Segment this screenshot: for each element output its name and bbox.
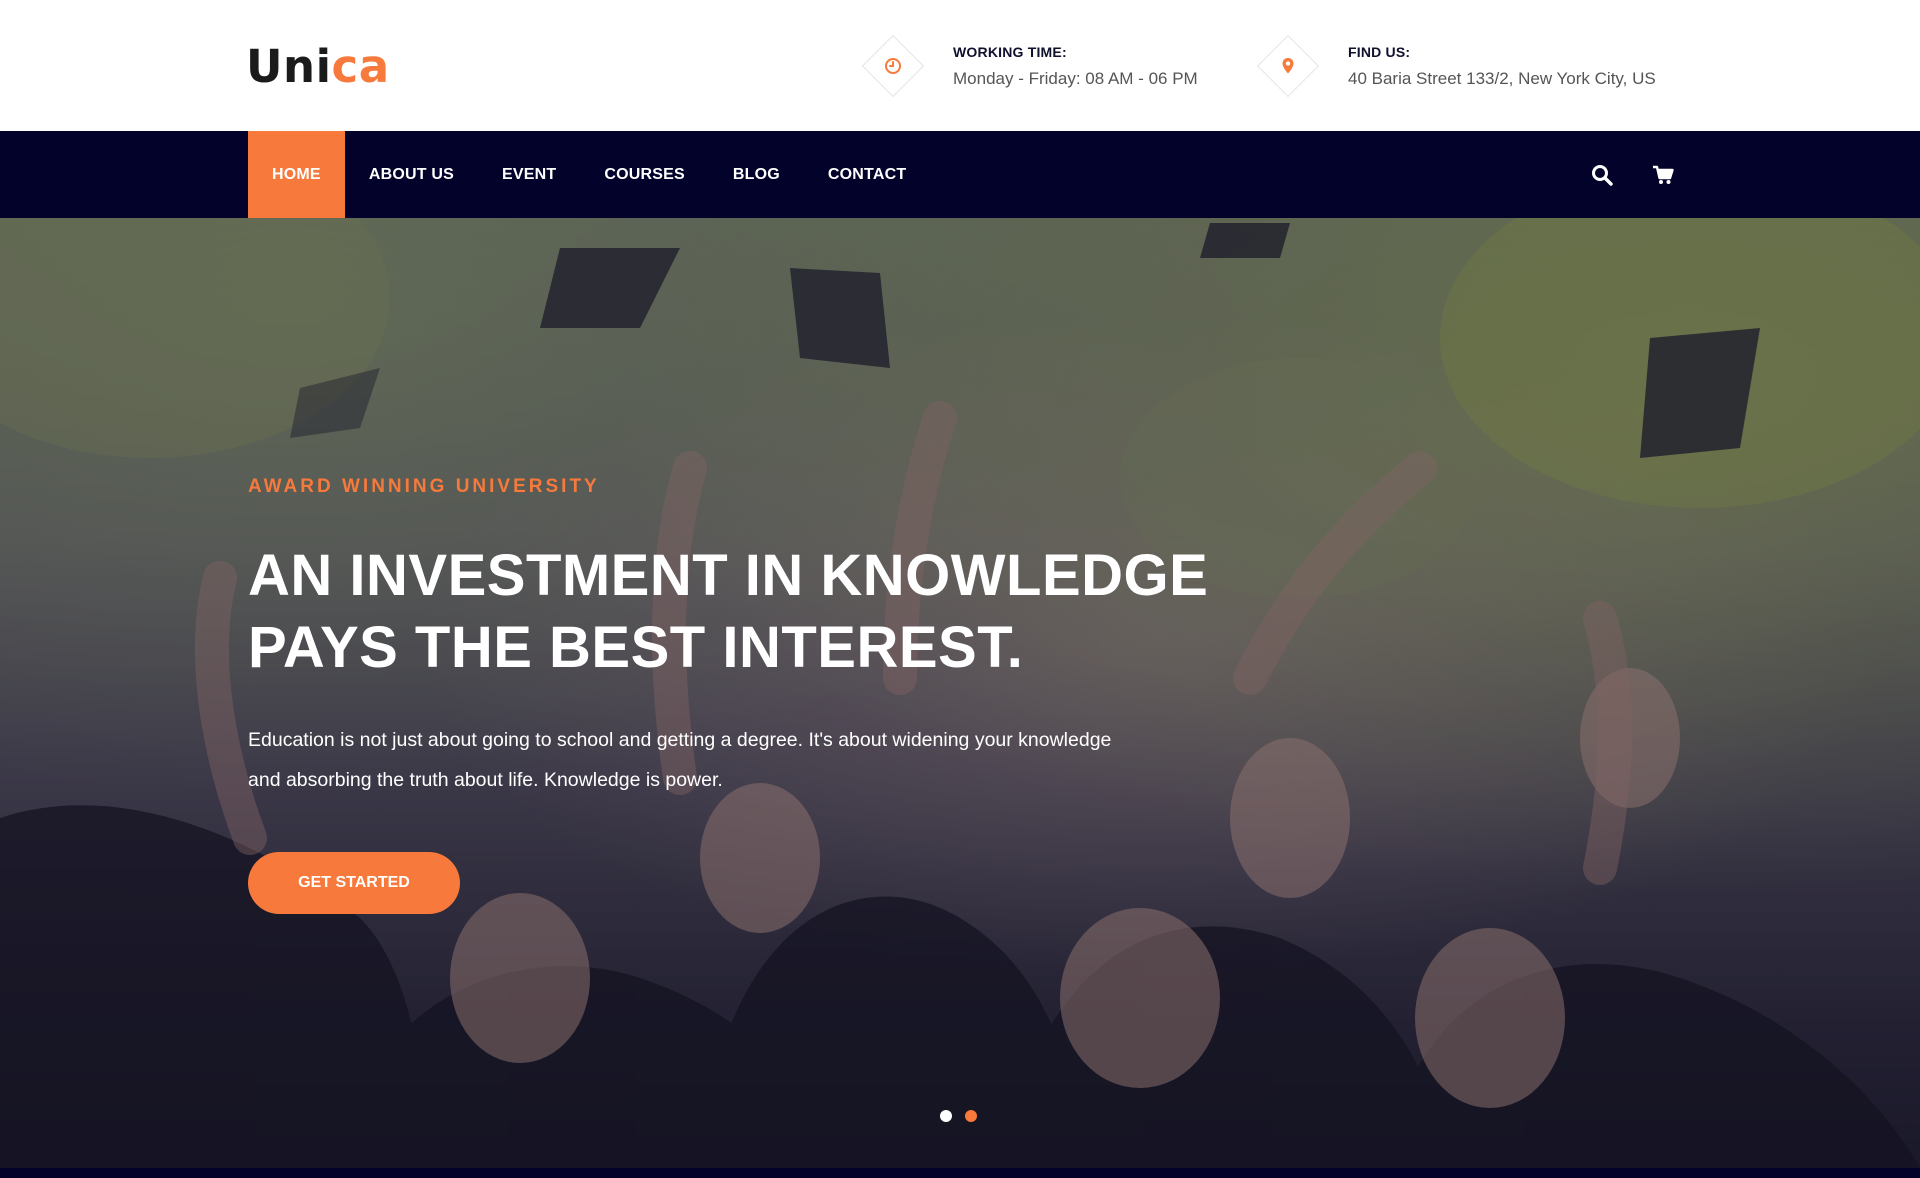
hero-description: Education is not just about going to sch… [248,729,1112,791]
nav-menu: HOME ABOUT US EVENT COURSES BLOG CONTACT [248,131,930,218]
clock-icon [885,58,901,74]
find-us-title: FIND US: [1348,43,1411,60]
find-us-info: FIND US: 40 Baria Street 133/2, New York… [1250,28,1656,104]
hero-headline-line2: PAYS THE BEST INTEREST. [248,615,1024,680]
hero-headline-line1: AN INVESTMENT IN KNOWLEDGE [248,543,1209,608]
find-us-badge [1250,28,1326,104]
main-navbar: HOME ABOUT US EVENT COURSES BLOG CONTACT [0,131,1920,218]
nav-item-about-us[interactable]: ABOUT US [345,131,478,218]
slider-dot-2[interactable] [965,1110,977,1122]
get-started-button[interactable]: GET STARTED [248,852,460,914]
map-pin-icon [1282,58,1294,74]
logo[interactable]: Unica [246,40,390,93]
slider-dot-1[interactable] [940,1110,952,1122]
working-time-title: WORKING TIME: [953,43,1067,60]
logo-text-part1: Uni [246,40,332,93]
hero-eyebrow: AWARD WINNING UNIVERSITY [248,476,600,497]
hero-banner: AWARD WINNING UNIVERSITY AN INVESTMENT I… [0,218,1920,1168]
working-time-badge [855,28,931,104]
search-icon[interactable] [1591,164,1613,186]
nav-item-courses[interactable]: COURSES [580,131,709,218]
nav-item-blog[interactable]: BLOG [709,131,804,218]
logo-text-part2: ca [331,40,390,93]
hero-headline: AN INVESTMENT IN KNOWLEDGE PAYS THE BEST… [248,540,1208,684]
working-time-info: WORKING TIME: Monday - Friday: 08 AM - 0… [855,28,1198,104]
working-time-value: Monday - Friday: 08 AM - 06 PM [953,68,1198,88]
cart-icon[interactable] [1652,164,1674,186]
bottom-divider [0,1168,1920,1178]
nav-item-home[interactable]: HOME [248,131,345,218]
find-us-address: 40 Baria Street 133/2, New York City, US [1348,68,1656,88]
top-header: Unica WORKING TIME: Monday - Friday: 08 … [0,0,1920,131]
hero-background-image [0,218,1920,1168]
slider-pagination [940,1110,990,1122]
nav-item-contact[interactable]: CONTACT [804,131,930,218]
nav-item-event[interactable]: EVENT [478,131,580,218]
